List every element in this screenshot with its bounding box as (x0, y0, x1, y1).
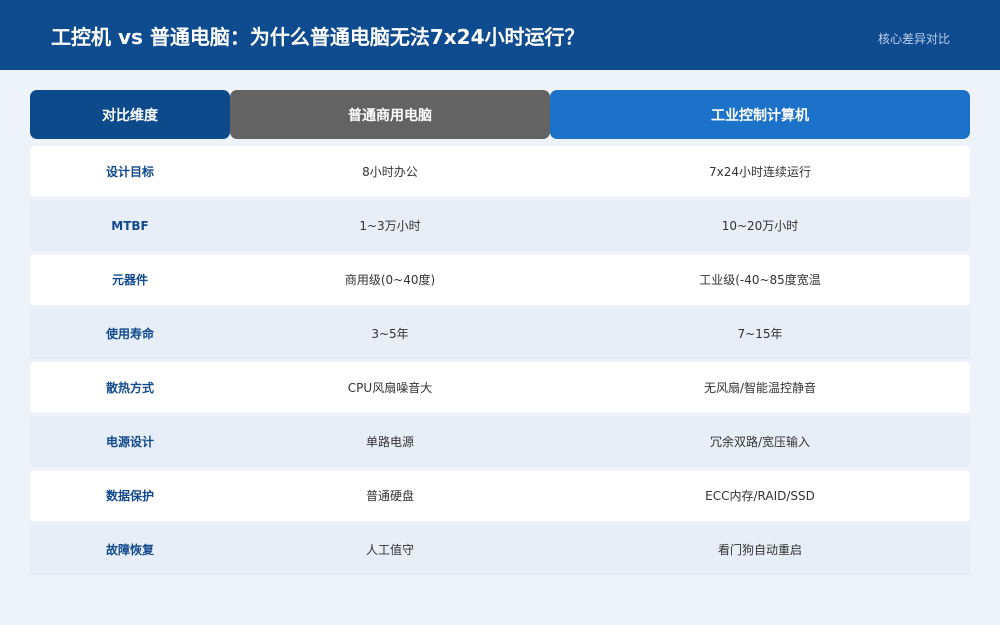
row-dimension: 数据保护 (105, 489, 154, 503)
column-header-industrial-pc: 工业控制计算机 (550, 90, 970, 139)
row-dimension: 元器件 (111, 273, 148, 287)
page-subtitle: 核心差异对比 (877, 32, 950, 46)
table-row: 故障恢复 人工值守 看门狗自动重启 (30, 524, 970, 575)
row-commercial-value: 3~5年 (371, 327, 409, 341)
table-row: 电源设计 单路电源 冗余双路/宽压输入 (30, 416, 970, 467)
row-dimension: 使用寿命 (105, 327, 154, 341)
row-commercial-value: 8小时办公 (362, 165, 418, 179)
page-title: 工控机 vs 普通电脑：为什么普通电脑无法7x24小时运行？ (51, 25, 585, 49)
row-commercial-value: 普通硬盘 (365, 489, 414, 503)
row-dimension: 电源设计 (105, 435, 154, 449)
row-commercial-value: CPU风扇噪音大 (347, 381, 433, 395)
column-header-dimension: 对比维度 (30, 90, 230, 139)
row-industrial-value: 无风扇/智能温控静音 (703, 381, 817, 395)
column-header-commercial-pc: 普通商用电脑 (230, 90, 550, 139)
row-industrial-value: 工业级(-40~85度宽温 (699, 273, 821, 287)
table-row: 使用寿命 3~5年 7~15年 (30, 308, 970, 359)
table-row: 元器件 商用级(0~40度) 工业级(-40~85度宽温 (30, 254, 970, 305)
row-industrial-value: 7x24小时连续运行 (708, 165, 811, 179)
row-commercial-value: 单路电源 (365, 435, 414, 449)
row-industrial-value: 10~20万小时 (721, 219, 799, 233)
row-commercial-value: 1~3万小时 (359, 219, 421, 233)
table-row: 数据保护 普通硬盘 ECC内存/RAID/SSD (30, 470, 970, 521)
table-row: MTBF 1~3万小时 10~20万小时 (30, 200, 970, 251)
table-row: 散热方式 CPU风扇噪音大 无风扇/智能温控静音 (30, 362, 970, 413)
row-dimension: 散热方式 (105, 381, 154, 395)
row-dimension: MTBF (111, 218, 149, 233)
table-row: 设计目标 8小时办公 7x24小时连续运行 (30, 146, 970, 197)
row-industrial-value: 冗余双路/宽压输入 (709, 435, 811, 449)
row-commercial-value: 商用级(0~40度) (344, 273, 436, 287)
row-industrial-value: ECC内存/RAID/SSD (705, 489, 815, 503)
row-dimension: 设计目标 (105, 165, 154, 179)
row-industrial-value: 看门狗自动重启 (717, 543, 802, 557)
header-bar: 工控机 vs 普通电脑：为什么普通电脑无法7x24小时运行？ 核心差异对比 (0, 0, 1000, 70)
row-dimension: 故障恢复 (105, 543, 154, 557)
row-commercial-value: 人工值守 (365, 543, 414, 557)
row-industrial-value: 7~15年 (737, 327, 783, 341)
